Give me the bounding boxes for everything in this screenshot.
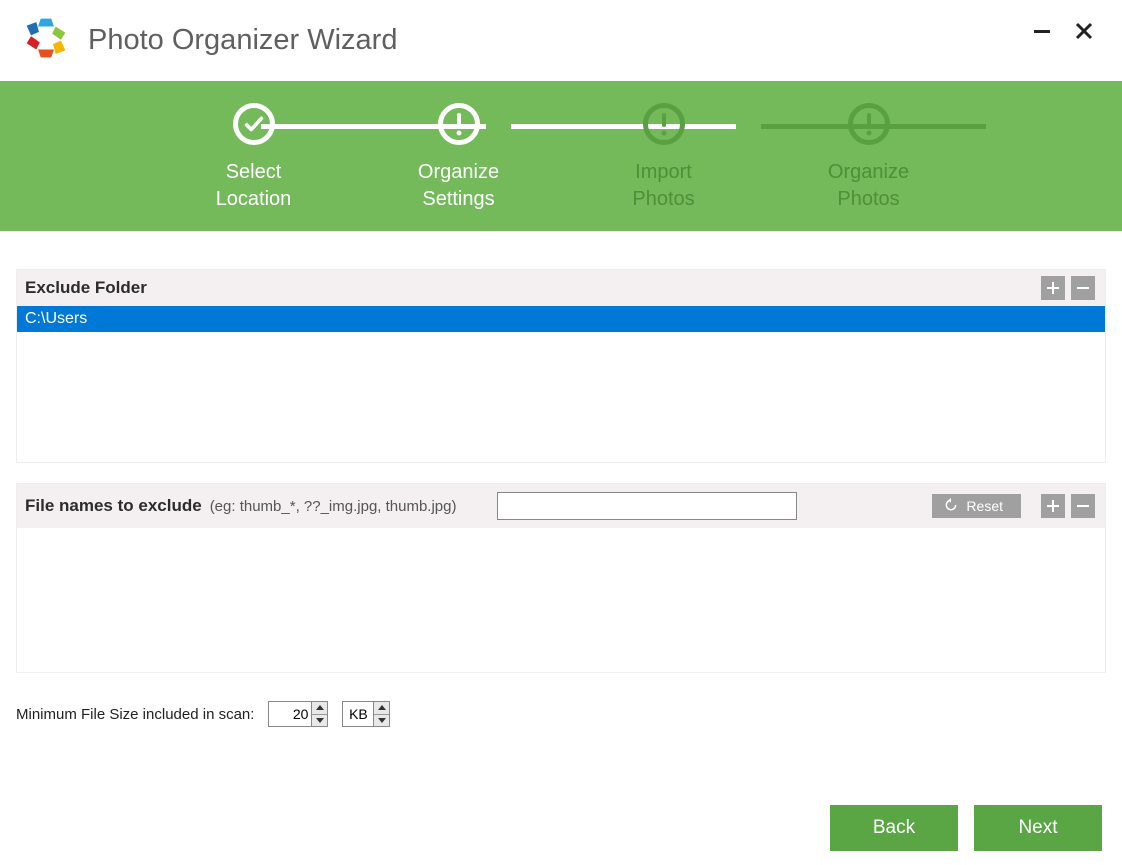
wizard-footer: Back Next bbox=[830, 805, 1102, 851]
exclude-folder-title: Exclude Folder bbox=[25, 278, 147, 298]
step-import-photos: Import Photos bbox=[561, 103, 766, 213]
add-folder-button[interactable] bbox=[1041, 276, 1065, 300]
app-logo-icon bbox=[24, 16, 68, 65]
spin-up-icon[interactable] bbox=[312, 702, 327, 715]
add-name-button[interactable] bbox=[1041, 494, 1065, 518]
reset-label: Reset bbox=[966, 498, 1003, 514]
exclude-names-title: File names to exclude bbox=[25, 496, 202, 516]
exclaim-icon bbox=[438, 103, 480, 145]
step-label: Import bbox=[632, 159, 694, 186]
step-label: Organize bbox=[418, 159, 499, 186]
step-label: Photos bbox=[632, 186, 694, 213]
title-bar: Photo Organizer Wizard bbox=[0, 0, 1122, 81]
back-button[interactable]: Back bbox=[830, 805, 958, 851]
window-title: Photo Organizer Wizard bbox=[88, 24, 397, 57]
min-size-value-spinner[interactable] bbox=[268, 701, 328, 727]
exclude-folder-panel: Exclude Folder C:\Users bbox=[16, 269, 1106, 463]
min-size-unit-input[interactable] bbox=[343, 702, 373, 726]
min-file-size-label: Minimum File Size included in scan: bbox=[16, 706, 254, 723]
exclaim-icon bbox=[643, 103, 685, 145]
exclude-names-list[interactable] bbox=[17, 528, 1105, 672]
wizard-stepper: Select Location Organize Settings Import… bbox=[0, 81, 1122, 231]
step-organize-settings: Organize Settings bbox=[356, 103, 561, 213]
exclude-names-panel: File names to exclude (eg: thumb_*, ??_i… bbox=[16, 483, 1106, 673]
next-button[interactable]: Next bbox=[974, 805, 1102, 851]
min-size-unit-spinner[interactable] bbox=[342, 701, 390, 727]
check-icon bbox=[233, 103, 275, 145]
spin-up-icon[interactable] bbox=[374, 702, 389, 715]
step-select-location: Select Location bbox=[151, 103, 356, 213]
list-item[interactable]: C:\Users bbox=[17, 306, 1105, 332]
step-label: Location bbox=[216, 186, 292, 213]
close-button[interactable] bbox=[1072, 19, 1096, 43]
exclude-folder-list[interactable]: C:\Users bbox=[17, 306, 1105, 462]
minimize-button[interactable] bbox=[1030, 19, 1054, 43]
remove-name-button[interactable] bbox=[1071, 494, 1095, 518]
reset-icon bbox=[944, 498, 958, 515]
step-label: Organize bbox=[828, 159, 909, 186]
exclude-names-input[interactable] bbox=[497, 492, 797, 520]
min-size-value-input[interactable] bbox=[269, 702, 311, 726]
step-label: Photos bbox=[828, 186, 909, 213]
spin-down-icon[interactable] bbox=[374, 715, 389, 727]
step-label: Settings bbox=[418, 186, 499, 213]
reset-button[interactable]: Reset bbox=[932, 494, 1021, 518]
step-label: Select bbox=[216, 159, 292, 186]
remove-folder-button[interactable] bbox=[1071, 276, 1095, 300]
step-organize-photos: Organize Photos bbox=[766, 103, 971, 213]
exclaim-icon bbox=[848, 103, 890, 145]
spin-down-icon[interactable] bbox=[312, 715, 327, 727]
min-file-size-row: Minimum File Size included in scan: bbox=[16, 673, 1106, 727]
exclude-names-hint: (eg: thumb_*, ??_img.jpg, thumb.jpg) bbox=[210, 498, 457, 515]
